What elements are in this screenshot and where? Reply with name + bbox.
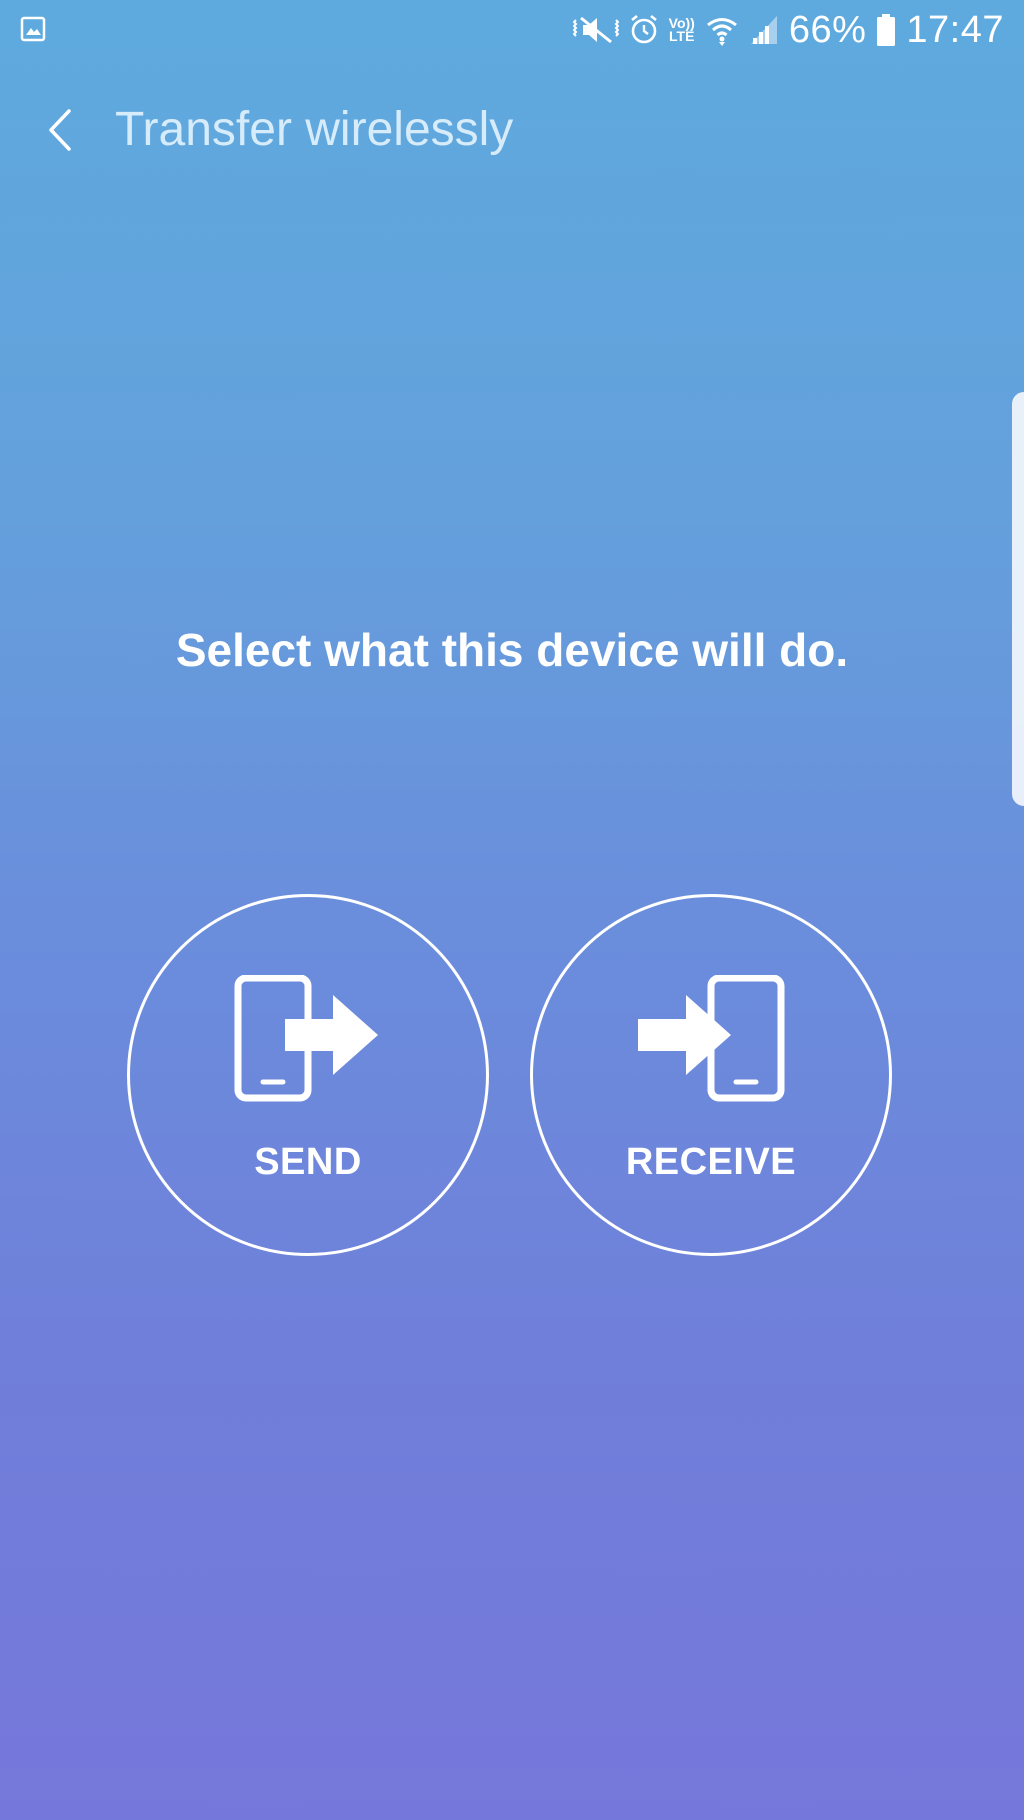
status-icons: Vo)) LTE 66% 17:47 [572,0,1004,60]
receive-label: RECEIVE [625,1141,797,1183]
phone-receive-icon [638,975,785,1102]
battery-icon [877,14,896,46]
chevron-left-icon [49,109,71,151]
page-title: Transfer wirelessly [115,103,514,156]
clock-time: 17:47 [906,8,1004,51]
wifi-icon [706,18,737,46]
mute-icon [572,16,619,44]
volte-bottom-label: LTE [669,28,695,44]
app-bar: Transfer wirelessly [0,78,1024,182]
receive-button[interactable]: RECEIVE [530,894,892,1256]
battery-percent: 66% [788,8,867,51]
send-button[interactable]: SEND [127,894,489,1256]
signal-icon [750,16,777,44]
alarm-icon [630,14,657,44]
edge-panel-handle[interactable] [1012,392,1024,806]
send-label: SEND [254,1141,362,1183]
prompt-text: Select what this device will do. [175,624,849,676]
gallery-icon [20,16,46,42]
phone-send-icon [234,975,378,1102]
volte-icon: Vo)) LTE [669,16,695,44]
status-bar: Vo)) LTE 66% 17:47 [0,0,1024,60]
back-button[interactable] [30,100,90,160]
